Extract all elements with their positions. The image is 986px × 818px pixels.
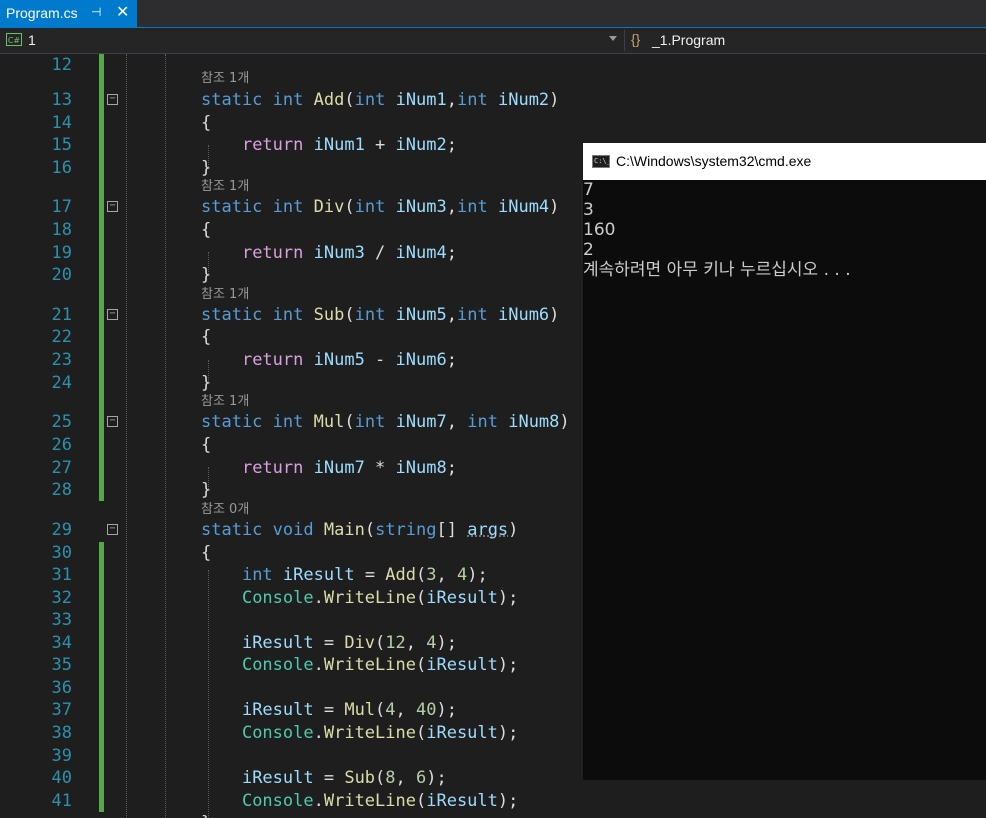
collapse-icon[interactable]: − [107, 309, 118, 320]
code-line: static int Div(int iNum3,int iNum4) [201, 197, 560, 217]
console-title: C:\Windows\system32\cmd.exe [616, 153, 812, 169]
line-number: 37 [51, 700, 72, 720]
code-line: { [201, 220, 212, 240]
codelens-references[interactable]: 참조 1개 [201, 178, 249, 196]
line-number: 38 [51, 723, 72, 743]
code-line: iResult = Div(12, 4); [241, 633, 457, 653]
code-line: iResult = Mul(4, 40); [241, 700, 457, 720]
line-number: 19 [51, 243, 72, 263]
code-line: int iResult = Add(3, 4); [241, 565, 488, 585]
code-line: } [201, 158, 212, 178]
line-number: 26 [51, 435, 72, 455]
code-line: return iNum7 * iNum8; [241, 458, 457, 478]
code-line: return iNum3 / iNum4; [241, 243, 457, 263]
tab-title: Program.cs [6, 5, 78, 21]
console-line: 7 [583, 180, 594, 200]
code-line: { [201, 435, 212, 455]
close-icon[interactable]: ✕ [116, 2, 129, 22]
line-number: 33 [51, 610, 72, 630]
line-number: 23 [51, 350, 72, 370]
line-number: 29 [51, 520, 72, 540]
console-window[interactable]: C:\_ C:\Windows\system32\cmd.exe 7 3 160… [583, 143, 986, 780]
codelens-references[interactable]: 참조 1개 [201, 393, 249, 411]
line-number: 40 [51, 768, 72, 788]
chevron-down-icon[interactable] [609, 36, 617, 41]
console-line: 2 [583, 240, 594, 260]
collapse-icon[interactable]: − [107, 416, 118, 427]
collapse-icon[interactable]: − [107, 201, 118, 212]
navigation-bar: C# 1 {} _1.Program [0, 28, 986, 54]
line-number: 41 [51, 791, 72, 811]
collapse-icon[interactable]: − [107, 94, 118, 105]
code-line: return iNum1 + iNum2; [241, 135, 457, 155]
code-line: return iNum5 - iNum6; [241, 350, 457, 370]
line-number: 22 [51, 327, 72, 347]
console-line: 계속하려면 아무 키나 누르십시오 . . . [583, 260, 851, 280]
change-indicator [99, 54, 104, 501]
code-line: } [201, 812, 211, 818]
code-line: iResult = Sub(8, 6); [241, 768, 447, 788]
line-number: 25 [51, 412, 72, 432]
class-dropdown[interactable]: _1.Program [652, 32, 725, 48]
class-icon: {} [631, 31, 641, 47]
console-line: 3 [583, 200, 594, 220]
code-line: } [201, 265, 212, 285]
line-number: 12 [51, 55, 72, 75]
line-number: 34 [51, 633, 72, 653]
code-line: Console.WriteLine(iResult); [241, 723, 519, 743]
code-line: } [201, 373, 212, 393]
collapse-icon[interactable]: − [107, 524, 118, 535]
code-line: { [201, 543, 212, 563]
line-number: 15 [51, 135, 72, 155]
code-line: Console.WriteLine(iResult); [241, 791, 519, 811]
line-number: 35 [51, 655, 72, 675]
pin-icon[interactable]: ⊣ [91, 5, 101, 19]
cmd-icon: C:\_ [592, 155, 611, 168]
line-number: 39 [51, 746, 72, 766]
code-line: static int Sub(int iNum5,int iNum6) [201, 305, 560, 325]
navbar-divider [624, 30, 625, 51]
code-line: static int Mul(int iNum7, int iNum8) [201, 412, 570, 432]
line-number: 13 [51, 90, 72, 110]
code-line: } [201, 480, 212, 500]
code-line: { [201, 113, 212, 133]
code-line: Console.WriteLine(iResult); [241, 655, 519, 675]
line-number: 18 [51, 220, 72, 240]
code-line: Console.WriteLine(iResult); [241, 588, 519, 608]
line-number: 21 [51, 305, 72, 325]
console-title-bar[interactable]: C:\_ C:\Windows\system32\cmd.exe [583, 143, 986, 180]
line-number: 17 [51, 197, 72, 217]
console-line: 160 [583, 220, 616, 240]
tab-strip: Program.cs ⊣ ✕ [0, 0, 986, 28]
line-number: 20 [51, 265, 72, 285]
project-dropdown[interactable]: 1 [28, 32, 36, 48]
line-number: 31 [51, 565, 72, 585]
code-line: static void Main(string[] args) [201, 520, 519, 540]
codelens-references[interactable]: 참조 0개 [201, 501, 249, 519]
line-number: 24 [51, 373, 72, 393]
code-line: { [201, 327, 212, 347]
console-output: 7 3 160 2 계속하려면 아무 키나 누르십시오 . . . [583, 180, 986, 280]
code-line: static int Add(int iNum1,int iNum2) [201, 90, 560, 110]
csharp-project-icon: C# [6, 33, 22, 46]
line-number: 27 [51, 458, 72, 478]
change-indicator [99, 542, 104, 812]
line-number: 36 [51, 678, 72, 698]
line-number: 28 [51, 480, 72, 500]
codelens-references[interactable]: 참조 1개 [201, 70, 249, 88]
line-number: 14 [51, 113, 72, 133]
tab-program-cs[interactable]: Program.cs ⊣ ✕ [0, 0, 137, 27]
codelens-references[interactable]: 참조 1개 [201, 286, 249, 304]
line-number: 16 [51, 158, 72, 178]
line-number: 32 [51, 588, 72, 608]
line-number: 30 [51, 543, 72, 563]
